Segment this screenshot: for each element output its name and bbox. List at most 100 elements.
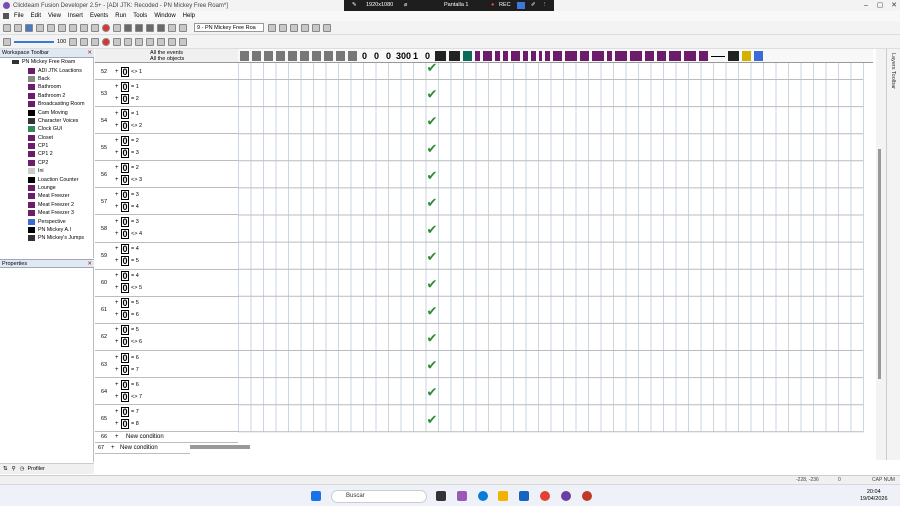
edge-icon[interactable]	[478, 491, 488, 501]
condition[interactable]: +0 = 5	[115, 298, 139, 309]
active-object-icon[interactable]	[475, 51, 480, 61]
condition[interactable]: +0 <> 3	[115, 174, 142, 185]
tree-item[interactable]: PN Mickey A.I	[0, 226, 93, 234]
store-icon[interactable]	[519, 491, 529, 501]
data-icon[interactable]	[168, 23, 176, 32]
active-object-icon[interactable]	[684, 51, 696, 61]
event-number[interactable]: 63	[101, 362, 107, 368]
action-checkmark[interactable]: ✔	[427, 304, 438, 319]
task-view-icon[interactable]	[436, 491, 446, 501]
pen-icon[interactable]: ✐	[531, 2, 536, 8]
bookmark-icon[interactable]	[168, 37, 177, 46]
condition[interactable]: +0 = 8	[115, 418, 139, 429]
action-checkmark[interactable]: ✔	[427, 63, 438, 76]
car-object-icon[interactable]	[449, 51, 460, 61]
event-row[interactable]: 54 +0 = 1 +0 <> 2	[95, 107, 238, 135]
toggle-icon[interactable]	[179, 37, 188, 46]
zoom-slider[interactable]	[14, 40, 54, 43]
condition[interactable]: +0 = 6	[115, 352, 139, 363]
counter-object-icon[interactable]: 0	[360, 51, 369, 61]
system-object-icon[interactable]	[252, 51, 261, 61]
event-row[interactable]: 63 +0 = 6 +0 = 7	[95, 351, 238, 379]
pin-icon[interactable]: ✎	[352, 2, 357, 8]
system-object-icon[interactable]	[300, 51, 309, 61]
clickteam-taskbar-icon[interactable]	[561, 491, 571, 501]
copy-icon[interactable]	[47, 23, 55, 32]
condition[interactable]: +0 = 6	[115, 379, 139, 390]
menu-window[interactable]: Window	[154, 13, 175, 19]
action-checkmark[interactable]: ✔	[427, 169, 438, 184]
event-number[interactable]: 56	[101, 172, 107, 178]
condition[interactable]: +0 = 5	[115, 256, 139, 267]
tree-item[interactable]: Clock GUI	[0, 125, 93, 133]
new-condition-link[interactable]: New condition	[126, 434, 164, 440]
event-number[interactable]: 62	[101, 334, 107, 340]
group-icon[interactable]	[124, 37, 133, 46]
action-checkmark[interactable]: ✔	[427, 115, 438, 130]
event-number[interactable]: 60	[101, 280, 107, 286]
tree-root[interactable]: PN Mickey Free Roam	[0, 58, 93, 66]
active-object-icon[interactable]	[483, 51, 492, 61]
tree-item[interactable]: Bathroom	[0, 83, 93, 91]
action-checkmark[interactable]: ✔	[427, 223, 438, 238]
insert-object-icon[interactable]	[91, 37, 100, 46]
condition[interactable]: +0 = 4	[115, 201, 139, 212]
clock-icon[interactable]: ◷	[20, 466, 25, 472]
condition[interactable]: +0 = 3	[115, 217, 139, 227]
event-row[interactable]: 60 +0 = 4 +0 <> 5	[95, 269, 238, 297]
action-checkmark[interactable]: ✔	[427, 331, 438, 346]
event-list-icon[interactable]	[157, 23, 165, 32]
save-icon[interactable]	[25, 23, 33, 32]
new-icon[interactable]	[3, 23, 11, 32]
system-object-icon[interactable]	[276, 51, 285, 61]
system-object-icon[interactable]	[240, 51, 249, 61]
tree-item[interactable]: CP2	[0, 159, 93, 167]
close-button[interactable]: ✕	[886, 0, 900, 11]
system-clock[interactable]: 20:04 19/04/2026	[860, 489, 888, 503]
event-number[interactable]: 52	[101, 69, 107, 75]
redo-icon[interactable]	[80, 23, 88, 32]
next-frame-icon[interactable]	[279, 23, 287, 32]
event-row-new[interactable]: 67 + New condition	[95, 443, 190, 455]
tree-item[interactable]: Closet	[0, 134, 93, 142]
condition[interactable]: +0 = 3	[115, 189, 139, 200]
system-object-icon[interactable]	[324, 51, 333, 61]
active-object-icon[interactable]	[503, 51, 508, 61]
menu-view[interactable]: View	[48, 13, 61, 19]
prev-frame-icon[interactable]	[268, 23, 276, 32]
profiler-tab[interactable]: Profiler	[27, 466, 44, 472]
event-row[interactable]: 55 +0 = 2 +0 = 3	[95, 134, 238, 162]
storyboard-icon[interactable]	[124, 23, 132, 32]
help-icon[interactable]	[91, 23, 99, 32]
tree-item[interactable]: Meat Freezer 2	[0, 201, 93, 209]
undo-icon[interactable]	[69, 23, 77, 32]
event-grid[interactable]: ✔ ✔ ✔ ✔ ✔ ✔ ✔ ✔ ✔ ✔ ✔ ✔ ✔ ✔	[238, 63, 873, 435]
action-checkmark[interactable]: ✔	[427, 413, 438, 428]
menu-help[interactable]: Help	[183, 13, 195, 19]
active-object-icon[interactable]	[699, 51, 708, 61]
counter-object-icon[interactable]: 1	[411, 51, 420, 61]
condition[interactable]: +0 <> 6	[115, 337, 142, 348]
diamond-object-icon[interactable]	[463, 51, 472, 61]
condition[interactable]: +0 = 2	[115, 162, 139, 173]
event-number[interactable]: 54	[101, 118, 107, 124]
system-object-icon[interactable]	[348, 51, 357, 61]
layers-toolbar-dock[interactable]: Layers Toolbar	[886, 49, 900, 460]
menu-insert[interactable]: Insert	[68, 13, 83, 19]
condition[interactable]: +0 = 3	[115, 147, 139, 158]
tree-item[interactable]: Character Voices	[0, 117, 93, 125]
tree-item[interactable]: Meat Freezer	[0, 192, 93, 200]
condition[interactable]: +0 <> 5	[115, 283, 142, 294]
event-number[interactable]: 61	[101, 307, 107, 313]
tree-item[interactable]: PN Mickey's Jumps	[0, 234, 93, 242]
event-row[interactable]: 52 +0 <> 1	[95, 63, 238, 80]
action-checkmark[interactable]: ✔	[427, 277, 438, 292]
condition[interactable]: +0 = 2	[115, 135, 139, 146]
counter-object-icon[interactable]: 0	[372, 51, 381, 61]
camera-object-icon[interactable]	[435, 51, 446, 61]
menu-edit[interactable]: Edit	[31, 13, 41, 19]
zoom-value[interactable]: 100	[57, 39, 66, 45]
active-object-icon[interactable]	[728, 51, 739, 61]
view-icon[interactable]	[301, 23, 309, 32]
active-object-icon[interactable]	[645, 51, 654, 61]
